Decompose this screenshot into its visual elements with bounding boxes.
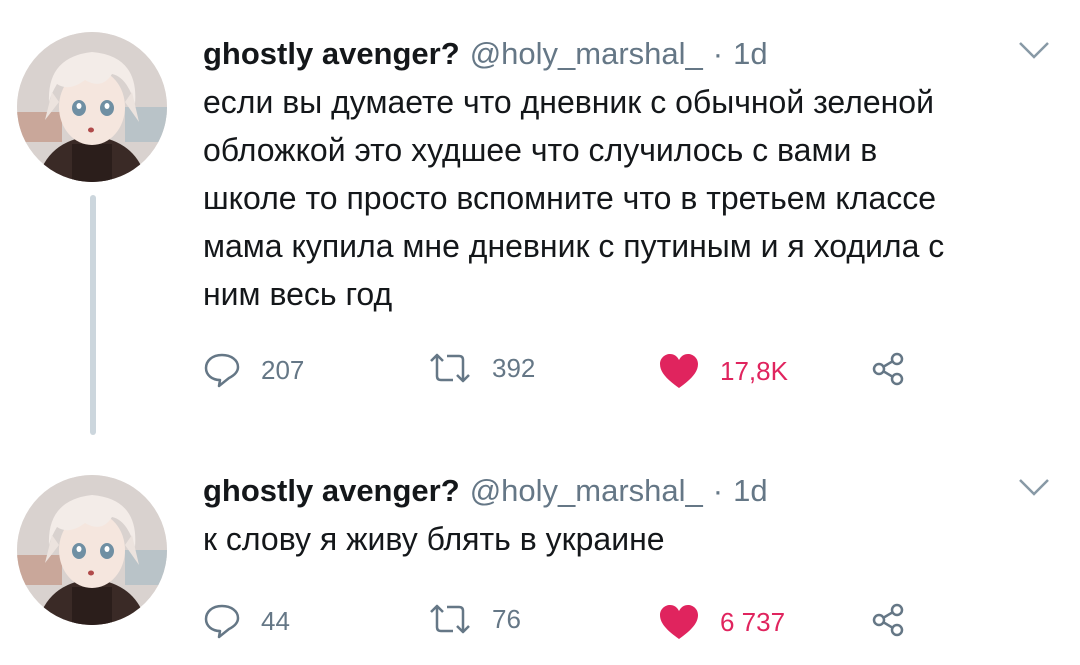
separator-dot: · <box>712 36 724 71</box>
reply-button[interactable]: 207 <box>203 352 304 388</box>
reply-icon <box>203 603 241 639</box>
tweet-text-line: к слову я живу блять в украине <box>203 521 665 557</box>
retweet-button[interactable]: 76 <box>428 603 521 635</box>
chevron-down-icon[interactable] <box>1018 40 1050 60</box>
tweet-text-line: если вы думаете что дневник с обычной зе… <box>203 84 934 120</box>
display-name[interactable]: ghostly avenger? <box>203 473 460 509</box>
reply-count: 207 <box>261 354 305 385</box>
chevron-down-icon[interactable] <box>1018 477 1050 497</box>
heart-icon <box>658 352 700 390</box>
tweet-text-line: обложкой это худшее что случилось с вами… <box>203 132 878 168</box>
share-button[interactable] <box>871 352 905 386</box>
tweet-actions: 207 392 17,8K <box>203 352 923 392</box>
retweet-button[interactable]: 392 <box>428 352 535 384</box>
user-handle[interactable]: @holy_marshal_ <box>470 473 703 509</box>
tweet[interactable]: ghostly avenger? @holy_marshal_ · 1d к с… <box>0 455 1080 665</box>
reply-count: 44 <box>261 605 290 636</box>
retweet-icon <box>428 603 472 635</box>
tweet-text-line: школе то просто вспомните что в третьем … <box>203 180 937 216</box>
avatar[interactable] <box>17 475 167 625</box>
like-button[interactable]: 6 737 <box>658 603 785 641</box>
share-icon <box>871 603 905 637</box>
avatar[interactable] <box>17 32 167 182</box>
retweet-count: 76 <box>492 603 521 634</box>
tweet-text-line: ним весь год <box>203 276 393 312</box>
share-icon <box>871 352 905 386</box>
retweet-icon <box>428 352 472 384</box>
thread-line <box>90 195 96 435</box>
tweet-header: ghostly avenger? @holy_marshal_ · 1d <box>203 473 768 509</box>
tweet[interactable]: ghostly avenger? @holy_marshal_ · 1d есл… <box>0 0 1080 440</box>
tweet-actions: 44 76 6 737 <box>203 603 923 643</box>
tweet-text: если вы думаете что дневник с обычной зе… <box>203 78 1053 318</box>
user-handle[interactable]: @holy_marshal_ <box>470 36 703 72</box>
reply-button[interactable]: 44 <box>203 603 290 639</box>
display-name[interactable]: ghostly avenger? <box>203 36 460 72</box>
like-button[interactable]: 17,8K <box>658 352 788 390</box>
retweet-count: 392 <box>492 352 536 383</box>
heart-icon <box>658 603 700 641</box>
reply-icon <box>203 352 241 388</box>
separator-dot: · <box>712 473 724 508</box>
tweet-text-line: мама купила мне дневник с путиным и я хо… <box>203 228 945 264</box>
like-count: 6 737 <box>720 606 786 637</box>
tweet-text: к слову я живу блять в украине <box>203 515 1053 563</box>
share-button[interactable] <box>871 603 905 637</box>
timestamp[interactable]: 1d <box>733 473 767 509</box>
timestamp[interactable]: 1d <box>733 36 767 72</box>
like-count: 17,8K <box>720 355 788 386</box>
tweet-header: ghostly avenger? @holy_marshal_ · 1d <box>203 36 768 72</box>
